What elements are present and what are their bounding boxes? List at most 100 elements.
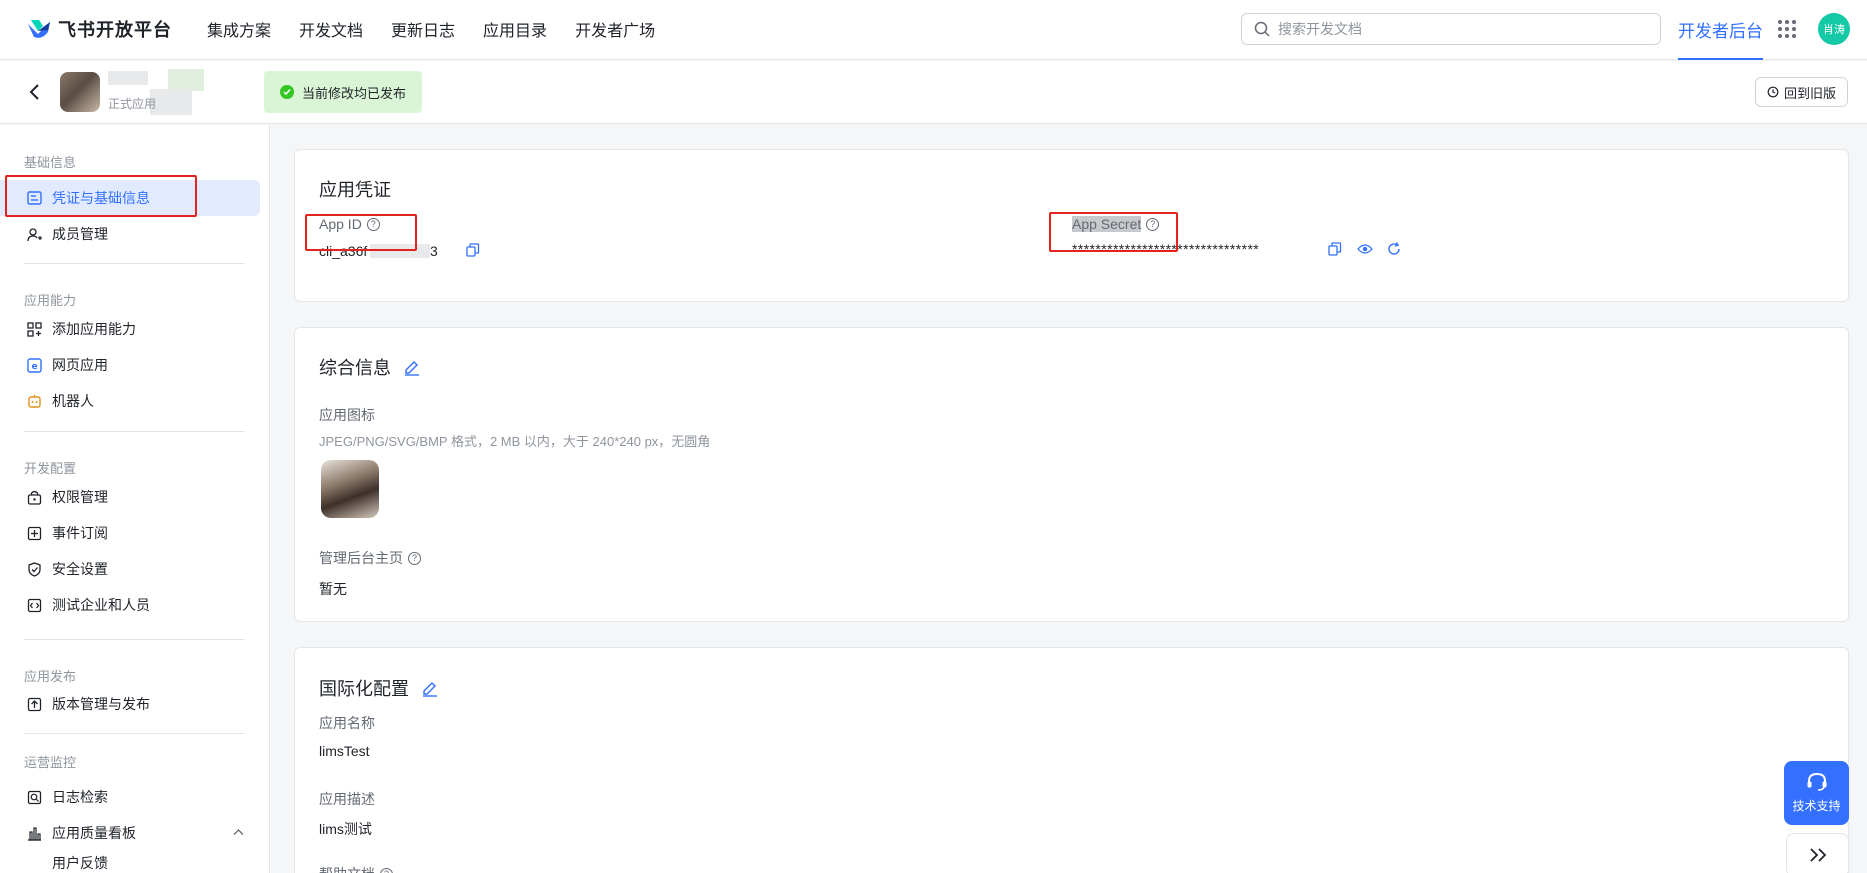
search-box[interactable] — [1241, 13, 1661, 45]
sidebar-item-members[interactable]: 成员管理 — [0, 216, 260, 252]
app-avatar — [60, 72, 100, 112]
log-search-icon — [26, 789, 42, 805]
i18n-title: 国际化配置 — [319, 675, 438, 701]
general-info-card: 综合信息 应用图标 JPEG/PNG/SVG/BMP 格式，2 MB 以内，大于… — [294, 327, 1849, 622]
app-icon-hint: JPEG/PNG/SVG/BMP 格式，2 MB 以内，大于 240*240 p… — [319, 434, 711, 449]
chevron-up-icon[interactable] — [233, 828, 244, 836]
sidebar-group-capability: 应用能力 — [24, 293, 77, 308]
chart-icon — [26, 825, 42, 841]
nav-link-app-directory[interactable]: 应用目录 — [483, 17, 547, 41]
copy-icon[interactable] — [466, 243, 480, 257]
tech-support-button[interactable]: 技术支持 — [1784, 761, 1849, 825]
app-desc-label: 应用描述 — [319, 791, 375, 807]
old-version-label: 回到旧版 — [1784, 85, 1837, 101]
svg-text:e: e — [31, 362, 37, 372]
sidebar-item-label: 权限管理 — [52, 489, 108, 505]
back-arrow-icon[interactable] — [24, 81, 46, 103]
check-circle-icon — [280, 85, 294, 99]
event-icon — [26, 525, 42, 541]
robot-icon — [26, 393, 42, 409]
admin-home-value: 暂无 — [319, 581, 347, 597]
credentials-title: 应用凭证 — [319, 180, 391, 200]
annotation-highlight-box — [1049, 212, 1178, 252]
general-info-title: 综合信息 — [319, 354, 420, 380]
sidebar-group-dev-config: 开发配置 — [24, 461, 77, 476]
nav-link-dev-community[interactable]: 开发者广场 — [575, 17, 655, 41]
apps-grid-icon[interactable] — [1778, 20, 1796, 38]
publish-status-text: 当前修改均已发布 — [302, 85, 407, 101]
feishu-logo-icon — [28, 20, 50, 38]
search-icon — [1254, 21, 1270, 37]
sidebar-item-security[interactable]: 安全设置 — [0, 551, 260, 587]
copy-icon[interactable] — [1328, 242, 1342, 256]
sidebar-item-robot[interactable]: 机器人 — [0, 383, 260, 419]
i18n-config-card: 国际化配置 应用名称 limsTest 应用描述 lims测试 帮助文档 ? — [294, 647, 1849, 873]
add-capability-icon — [26, 321, 42, 337]
sidebar-item-user-feedback[interactable]: 用户反馈 — [0, 849, 260, 873]
edit-icon[interactable] — [403, 359, 420, 376]
app-icon-label: 应用图标 — [319, 407, 375, 423]
blurred-region — [150, 89, 192, 115]
sidebar-item-version-release[interactable]: 版本管理与发布 — [0, 686, 260, 722]
sidebar-item-test-enterprise[interactable]: 测试企业和人员 — [0, 587, 260, 623]
sidebar-item-web-app[interactable]: e 网页应用 — [0, 347, 260, 383]
sidebar-item-label: 成员管理 — [52, 226, 108, 242]
nav-links: 集成方案 开发文档 更新日志 应用目录 开发者广场 — [207, 0, 655, 58]
app-desc-value: lims测试 — [319, 821, 372, 837]
sidebar-item-label: 测试企业和人员 — [52, 597, 150, 613]
sidebar-group-release: 应用发布 — [24, 669, 77, 684]
sidebar-item-quality-dashboard[interactable]: 应用质量看板 — [0, 815, 260, 851]
sidebar-item-label: 日志检索 — [52, 789, 108, 805]
sidebar-item-add-capability[interactable]: 添加应用能力 — [0, 311, 260, 347]
app-type-label: 正式应用 — [108, 97, 157, 111]
help-doc-label-text: 帮助文档 — [319, 864, 375, 873]
history-icon — [1767, 86, 1779, 98]
sidebar-item-label: 事件订阅 — [52, 525, 108, 541]
eye-icon[interactable] — [1357, 242, 1373, 256]
admin-home-label-text: 管理后台主页 — [319, 550, 403, 566]
app-name-value: limsTest — [319, 743, 370, 759]
admin-home-label: 管理后台主页 ? — [319, 548, 421, 568]
sidebar-item-events[interactable]: 事件订阅 — [0, 515, 260, 551]
sidebar-item-permissions[interactable]: 权限管理 — [0, 479, 260, 515]
blurred-region — [168, 69, 204, 91]
refresh-icon[interactable] — [1387, 242, 1401, 256]
sidebar-divider — [24, 733, 245, 734]
annotation-highlight-box — [305, 214, 417, 251]
app-id-tail: 3 — [430, 243, 438, 259]
sidebar-item-label: 机器人 — [52, 393, 94, 409]
permission-icon — [26, 489, 42, 505]
sidebar-item-label: 网页应用 — [52, 357, 108, 373]
expand-panel-button[interactable] — [1786, 833, 1849, 873]
sidebar-item-label: 添加应用能力 — [52, 321, 136, 337]
sidebar: 基础信息 凭证与基础信息 成员管理 应用能力 添加应用能力 e 网页应用 机器人… — [0, 125, 270, 873]
shield-icon — [26, 561, 42, 577]
help-icon[interactable]: ? — [408, 551, 421, 565]
sidebar-item-log-search[interactable]: 日志检索 — [0, 779, 260, 815]
web-app-icon: e — [26, 357, 42, 373]
tech-support-label: 技术支持 — [1792, 799, 1841, 813]
app-header-bar: 正式应用 当前修改均已发布 回到旧版 — [0, 61, 1867, 124]
general-info-title-text: 综合信息 — [319, 358, 391, 378]
nav-link-changelog[interactable]: 更新日志 — [391, 17, 455, 41]
sidebar-group-basic: 基础信息 — [24, 155, 77, 170]
sidebar-divider — [24, 639, 245, 640]
help-doc-label: 帮助文档 ? — [319, 864, 393, 873]
brand-name: 飞书开放平台 — [58, 20, 172, 40]
back-to-old-version-button[interactable]: 回到旧版 — [1755, 77, 1849, 107]
double-chevron-right-icon — [1809, 848, 1826, 862]
user-avatar[interactable]: 肖涛 — [1818, 13, 1850, 45]
help-icon[interactable]: ? — [380, 867, 393, 873]
search-input[interactable] — [1278, 21, 1638, 37]
sidebar-divider — [24, 431, 245, 432]
nav-link-docs[interactable]: 开发文档 — [299, 17, 363, 41]
annotation-highlight-box — [5, 175, 197, 217]
feishu-logo[interactable]: 飞书开放平台 — [26, 16, 172, 42]
nav-link-integration[interactable]: 集成方案 — [207, 17, 271, 41]
sidebar-item-label: 应用质量看板 — [52, 825, 136, 841]
developer-console-tab[interactable]: 开发者后台 — [1678, 0, 1763, 60]
sidebar-divider — [24, 263, 245, 264]
blurred-app-name — [108, 71, 148, 85]
app-icon-image[interactable] — [321, 460, 379, 518]
edit-icon[interactable] — [421, 680, 438, 697]
